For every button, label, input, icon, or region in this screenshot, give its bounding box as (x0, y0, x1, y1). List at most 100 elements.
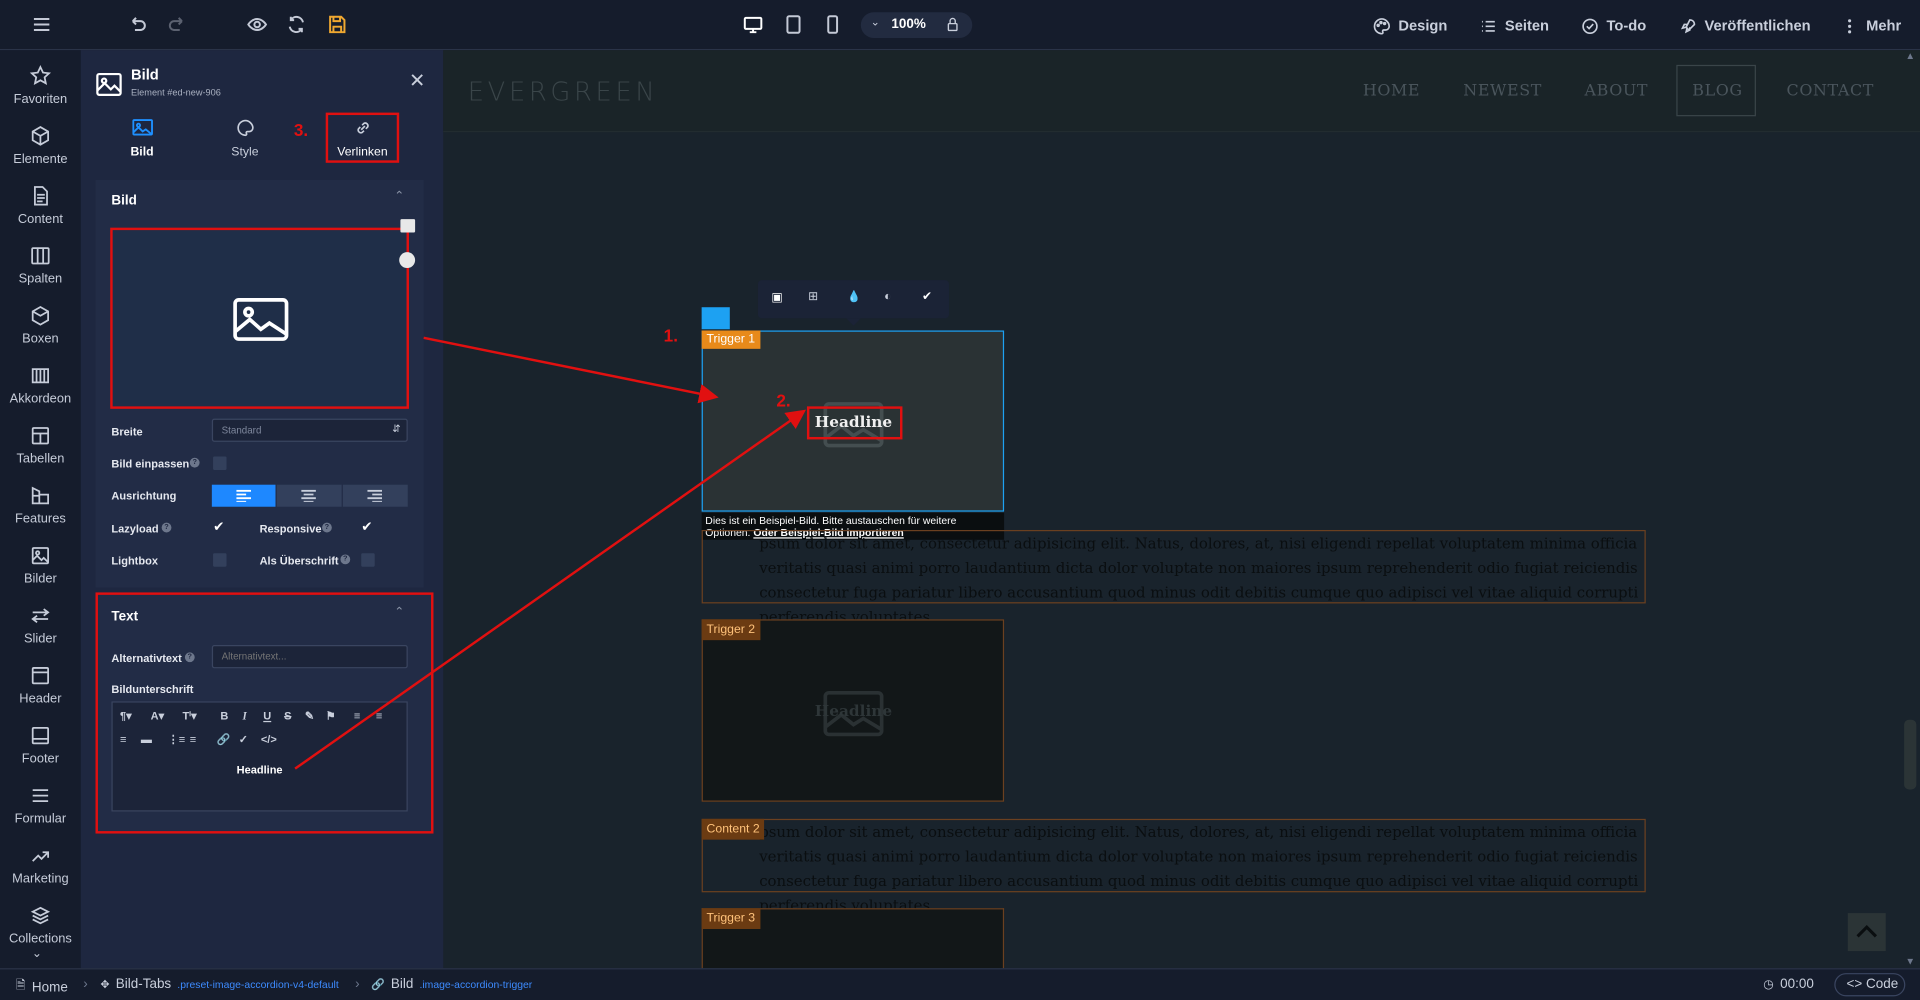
rail-item-slider[interactable]: Slider (0, 595, 81, 655)
breadcrumb-bild-tabs[interactable]: ✥ Bild-Tabs .preset-image-accordion-v4-d… (100, 977, 338, 992)
rail-item-tabellen[interactable]: Tabellen (0, 415, 81, 475)
canvas-scrollbar-thumb[interactable] (1904, 719, 1917, 790)
italic-icon[interactable]: I (242, 710, 246, 722)
contrast-icon[interactable]: ◐ (884, 290, 891, 303)
link-icon[interactable]: 🔗 (217, 733, 231, 746)
rail-label: Akkordeon (9, 391, 72, 406)
help-icon[interactable]: ? (184, 652, 195, 663)
redo-icon[interactable] (165, 12, 189, 36)
code-icon[interactable]: </> (261, 733, 277, 745)
numbered-list-icon[interactable]: ≡ (190, 733, 196, 745)
todo-button[interactable]: To-do (1581, 15, 1646, 37)
selected-image-badge-icon[interactable] (701, 307, 730, 330)
rail-item-features[interactable]: Features (0, 475, 81, 535)
rail-item-collections[interactable]: Collections (0, 895, 81, 955)
trigger-2-image[interactable]: Headline (701, 619, 1005, 802)
tablet-view-icon[interactable] (781, 12, 805, 36)
als-ueberschrift-checkbox[interactable] (361, 553, 375, 567)
bullet-list-icon[interactable]: ⋮≡ (168, 733, 185, 746)
publish-button[interactable]: Veröffentlichen (1679, 15, 1811, 37)
lightbox-checkbox[interactable] (213, 553, 227, 567)
pages-button[interactable]: Seiten (1479, 15, 1549, 37)
confirm-check-icon[interactable]: ✔ (922, 290, 932, 303)
rail-item-elemente[interactable]: Elemente (0, 115, 81, 175)
more-vertical-icon (1848, 18, 1852, 33)
bold-icon[interactable]: B (220, 710, 228, 722)
trigger-3-tag: Trigger 3 (701, 908, 760, 930)
undo-icon[interactable] (125, 12, 149, 36)
rail-item-marketing[interactable]: Marketing (0, 835, 81, 895)
flag-icon[interactable]: ⚑ (326, 710, 336, 723)
align-right-button[interactable] (342, 484, 408, 507)
strikethrough-icon[interactable]: S (284, 710, 291, 722)
hamburger-menu-icon[interactable] (29, 12, 53, 36)
desktop-view-icon[interactable] (741, 12, 765, 36)
scroll-up-arrow-icon[interactable]: ▲ (1905, 50, 1915, 61)
help-icon[interactable]: ? (340, 554, 351, 565)
collapse-chevron-icon[interactable]: ⌃ (394, 190, 404, 203)
content-1-paragraph[interactable]: psum dolor sit amet, consectetur adipisi… (701, 529, 1646, 625)
nav-home[interactable]: HOME (1363, 82, 1420, 100)
rail-item-content[interactable]: Content (0, 175, 81, 235)
rail-item-bilder[interactable]: Bilder (0, 535, 81, 595)
rail-item-spalten[interactable]: Spalten (0, 235, 81, 295)
crop-icon[interactable]: ⊞ (808, 290, 818, 303)
clear-align-icon[interactable]: ≡ (376, 710, 382, 722)
save-icon[interactable] (324, 12, 348, 36)
alternativtext-input[interactable] (211, 645, 408, 669)
help-icon[interactable]: ? (189, 457, 200, 468)
font-color-icon[interactable]: A▾ (151, 710, 165, 723)
caption-editor[interactable]: ¶▾ A▾ Tⁱ▾ B I U S ✎ ⚑ ≡ ≡ ≡ ▬ ⋮≡ ≡ 🔗 ✓ <… (111, 701, 408, 812)
align-center-button[interactable] (276, 484, 342, 507)
refresh-icon[interactable] (284, 12, 308, 36)
upload-cloud-icon[interactable] (399, 252, 416, 269)
underline-icon[interactable]: U (263, 710, 271, 722)
replace-image-icon[interactable] (400, 219, 416, 233)
content-2-paragraph[interactable]: psum dolor sit amet, consectetur adipisi… (701, 818, 1646, 914)
align-left-button[interactable] (211, 484, 276, 507)
zoom-control[interactable]: ⌄ 100% (860, 12, 973, 38)
rail-item-favoriten[interactable]: Favoriten (0, 55, 81, 115)
lazyload-checkbox[interactable]: ✔ (213, 520, 228, 535)
lock-icon[interactable] (944, 16, 961, 33)
rail-item-header[interactable]: Header (0, 655, 81, 715)
rail-item-footer[interactable]: Footer (0, 715, 81, 775)
rail-item-boxen[interactable]: Boxen (0, 295, 81, 355)
alternativtext-label: Alternativtext (111, 652, 182, 665)
preview-eye-icon[interactable] (245, 12, 269, 36)
nav-contact[interactable]: CONTACT (1787, 82, 1874, 100)
bild-einpassen-checkbox[interactable] (213, 456, 227, 471)
breite-select[interactable]: Standard ⇵ (211, 418, 408, 442)
font-size-icon[interactable]: Tⁱ▾ (182, 710, 196, 723)
brush-icon[interactable]: ✎ (305, 710, 314, 723)
scroll-to-top-button[interactable] (1847, 913, 1886, 952)
layers-icon (30, 906, 51, 924)
paragraph-format-icon[interactable]: ¶▾ (120, 710, 132, 723)
tab-bild[interactable]: Bild (110, 119, 174, 163)
responsive-checkbox[interactable]: ✔ (361, 520, 376, 535)
eraser-icon[interactable]: ✓ (239, 733, 248, 746)
tab-style[interactable]: Style (213, 119, 277, 163)
code-button[interactable]: <> Code (1834, 973, 1906, 997)
image-icon[interactable]: ▣ (771, 291, 783, 304)
help-icon[interactable]: ? (322, 522, 332, 533)
justify-icon[interactable]: ▬ (141, 733, 152, 745)
more-button[interactable]: Mehr (1840, 15, 1901, 37)
design-button[interactable]: Design (1373, 15, 1447, 37)
nav-newest[interactable]: NEWEST (1463, 82, 1542, 100)
rail-item-akkordeon[interactable]: Akkordeon (0, 355, 81, 415)
breadcrumb-home[interactable]: 🗎 Home (16, 977, 68, 998)
help-icon[interactable]: ? (161, 522, 172, 533)
nav-about[interactable]: ABOUT (1585, 82, 1649, 100)
indent-icon[interactable]: ≡ (120, 733, 126, 745)
scroll-down-arrow-icon[interactable]: ▼ (1905, 956, 1915, 967)
drop-icon[interactable]: 💧 (847, 290, 861, 303)
mobile-view-icon[interactable] (820, 12, 844, 36)
nav-blog[interactable]: BLOG (1692, 82, 1742, 100)
rail-item-formular[interactable]: Formular (0, 775, 81, 835)
align-icon[interactable]: ≡ (354, 710, 360, 722)
breadcrumb-bild[interactable]: 🔗 Bild .image-accordion-trigger (371, 977, 532, 992)
close-icon[interactable]: ✕ (409, 72, 425, 92)
collapse-chevron-icon[interactable]: ⌃ (394, 606, 404, 619)
scroll-down-chevron-icon[interactable]: ⌄ (32, 947, 42, 960)
